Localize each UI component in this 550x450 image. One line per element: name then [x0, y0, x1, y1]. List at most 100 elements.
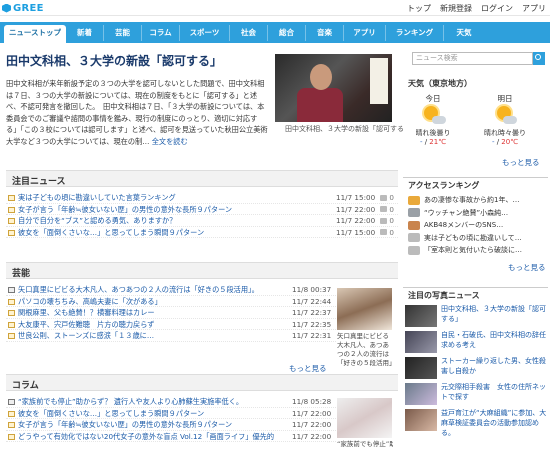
item-title[interactable]: 彼女を「面倒くさいな…」と思ってしまう瞬間９パターン	[18, 227, 204, 239]
gree-logo[interactable]: GREE	[2, 2, 44, 14]
comment-icon	[380, 217, 388, 224]
photo-news-item[interactable]: 自民・石破氏、田中文科相の辞任求める考え	[405, 330, 548, 354]
list-item[interactable]: 彼女を「面倒くさいな…」と思ってしまう瞬間９パターン 11/7 15:00 0	[6, 227, 398, 239]
ranking-item[interactable]: 実は子どもの頃に勘違いして…	[408, 232, 548, 245]
geino-more-link[interactable]: もっと見る	[289, 363, 327, 374]
item-title[interactable]: 女子が言う「年齢≒彼女いない歴」の男性の意外な長所９パターン	[18, 204, 232, 216]
geino-thumbnail-caption[interactable]: 矢口真里にビビる大木凡人、あつあつの２人の流行は「好きの５段活用」	[337, 332, 396, 368]
top-link-home[interactable]: トップ	[407, 3, 431, 14]
headline-photo[interactable]	[275, 54, 392, 122]
tab-app[interactable]: アプリ	[344, 25, 386, 41]
article-icon	[8, 229, 15, 236]
comment-count: 0	[380, 192, 394, 204]
attention-news-list: 実は子どもの頃に勘違いしていた言葉ランキング 11/7 15:00 0 女子が言う「…	[6, 192, 398, 238]
brand-name: GREE	[13, 2, 44, 14]
weather-tomorrow-desc: 晴れ時々曇り - / 20℃	[484, 129, 526, 146]
tab-news-top[interactable]: ニューストップ	[4, 25, 66, 43]
top-link-login[interactable]: ログイン	[481, 3, 513, 14]
article-icon	[8, 321, 15, 328]
item-date: 11/7 22:31	[292, 331, 332, 340]
search-button[interactable]	[533, 52, 545, 65]
news-search-input[interactable]: ニュース検索	[412, 52, 533, 65]
article-icon	[8, 195, 15, 201]
top-links: トップ 新規登録 ログイン アプリ	[407, 3, 546, 14]
item-title[interactable]: 女子が言う「年齢≒彼女いない歴」の男性の意外な長所９パターン	[18, 419, 286, 431]
ranking-item[interactable]: “ウッチャン絶賛”小森純…	[408, 207, 548, 220]
tab-weather[interactable]: 天気	[444, 25, 484, 41]
tab-geino[interactable]: 芸能	[104, 25, 142, 41]
item-date: 11/8 05:28	[292, 397, 332, 406]
section-header-geino: 芸能	[6, 262, 398, 279]
rank-3-badge	[408, 220, 420, 230]
column-thumbnail-caption[interactable]: “家族前でも停止”助	[337, 440, 393, 449]
camera-icon	[8, 399, 15, 405]
item-title[interactable]: 自分で自分を“ブス”と認める勇気、ありますか？	[18, 215, 176, 227]
comment-count: 0	[380, 204, 394, 216]
ranking-more-link[interactable]: もっと見る	[508, 262, 546, 273]
photo-news-item[interactable]: 田中文科相、３大学の新設「認可する」	[405, 304, 548, 328]
tab-ranking[interactable]: ランキング	[386, 25, 444, 41]
tab-new[interactable]: 新着	[66, 25, 104, 41]
person-face	[310, 64, 332, 90]
headline[interactable]: 田中文科相、３大学の新設「認可する」	[6, 52, 222, 69]
article-icon	[8, 298, 15, 305]
top-link-register[interactable]: 新規登録	[440, 3, 472, 14]
item-date: 11/7 22:00	[292, 420, 332, 429]
ranking-item[interactable]: 「室本則と気付いたら破談に…	[408, 244, 548, 257]
item-date: 11/7 22:37	[292, 308, 332, 317]
tab-society[interactable]: 社会	[230, 25, 268, 41]
item-title[interactable]: 関根麻里、父も絶賛！？横審料理はカレー	[18, 307, 286, 319]
item-title[interactable]: 大友康平、宍戸佐難聴 片方の聴力戻らず	[18, 319, 286, 331]
list-item[interactable]: 女子が言う「年齢≒彼女いない歴」の男性の意外な長所９パターン 11/7 22:00…	[6, 204, 398, 216]
cloud-icon	[432, 116, 446, 124]
top-link-app[interactable]: アプリ	[522, 3, 546, 14]
item-title[interactable]: 矢口真里にビビる大木凡人、あつあつの２人の流行は「好きの５段活用」。	[18, 284, 286, 296]
list-item[interactable]: 関根麻里、父も絶賛！？横審料理はカレー 11/7 22:37	[6, 307, 336, 319]
ranking-item[interactable]: AKB48メンバーのSNS…	[408, 219, 548, 232]
article-icon	[8, 422, 15, 428]
item-title[interactable]: 世良公則、ストーンズに感涙「１３歳に…	[18, 330, 286, 342]
tab-column[interactable]: コラム	[142, 25, 180, 41]
photo-news-item[interactable]: 益戸育江が“大麻組織”に参加、大麻草検証委員会の活動参加認める。	[405, 408, 548, 442]
comment-icon	[380, 206, 388, 213]
list-item[interactable]: 世良公則、ストーンズに感涙「１３歳に… 11/7 22:31	[6, 330, 336, 342]
tab-music[interactable]: 音楽	[306, 25, 344, 41]
section-header-column: コラム	[6, 374, 398, 391]
ranking-item[interactable]: あの凄惨な事故から約1年、…	[408, 194, 548, 207]
list-item[interactable]: 実は子どもの頃に勘違いしていた言葉ランキング 11/7 15:00 0	[6, 192, 398, 204]
read-more-link[interactable]: 全文を読む	[152, 137, 188, 146]
rank-1-badge	[408, 195, 420, 205]
tab-general[interactable]: 総合	[268, 25, 306, 41]
article-icon	[8, 433, 15, 440]
item-title[interactable]: “家族前でも停止”助からず？ 遺行人や友人より心肺蘇生実施率低く。	[18, 396, 286, 408]
item-title[interactable]: パソコの壊ちちみ、高嶋夫妻に「次がある」	[18, 296, 286, 308]
tab-sports[interactable]: スポーツ	[180, 25, 230, 41]
rank-5-badge	[408, 245, 420, 255]
list-item[interactable]: どうやって有効化ではない20代女子の意外な盲点 Vol.12「画面ライフ」優先的…	[6, 431, 336, 443]
item-title[interactable]: 実は子どもの頃に勘違いしていた言葉ランキング	[18, 192, 176, 204]
column-thumbnail[interactable]	[337, 398, 392, 438]
weather-more-link[interactable]: もっと見る	[502, 157, 540, 168]
headline-photo-caption[interactable]: 田中文科相、３大学の新設「認可する	[285, 124, 404, 134]
list-item[interactable]: 大友康平、宍戸佐難聴 片方の聴力戻らず 11/7 22:35	[6, 319, 336, 331]
item-date: 11/7 22:44	[292, 296, 332, 306]
item-title[interactable]: 彼女を「面倒くさいな…」と思ってしまう瞬間９パターン	[18, 408, 286, 420]
rank-4-badge	[408, 233, 420, 243]
list-item[interactable]: パソコの壊ちちみ、高嶋夫妻に「次がある」 11/7 22:44	[6, 296, 336, 308]
item-date: 11/7 15:00	[336, 193, 376, 202]
list-item[interactable]: “家族前でも停止”助からず？ 遺行人や友人より心肺蘇生実施率低く。 11/8 05…	[6, 396, 336, 408]
item-title[interactable]: どうやって有効化ではない20代女子の意外な盲点 Vol.12「画面ライフ」優先的	[18, 431, 286, 443]
photo-news-item[interactable]: ストーカー繰り返した男、女性殺害し自殺か	[405, 356, 548, 380]
geino-thumbnail[interactable]	[337, 288, 392, 330]
photo-news-item[interactable]: 元交際相手殺害 女性の住所ネットで探す	[405, 382, 548, 406]
weather-title: 天気（東京地方）	[408, 79, 472, 88]
list-item[interactable]: 彼女を「面倒くさいな…」と思ってしまう瞬間９パターン 11/7 22:00	[6, 408, 336, 420]
item-date: 11/7 15:00	[336, 227, 376, 237]
photo-news-thumbnail	[405, 357, 437, 379]
list-item[interactable]: 矢口真里にビビる大木凡人、あつあつの２人の流行は「好きの５段活用」。 11/8 0…	[6, 284, 336, 296]
list-item[interactable]: 自分で自分を“ブス”と認める勇気、ありますか？ 11/7 22:00 0	[6, 215, 398, 227]
comment-count: 0	[380, 215, 394, 227]
article-icon	[8, 218, 15, 224]
list-item[interactable]: 女子が言う「年齢≒彼女いない歴」の男性の意外な長所９パターン 11/7 22:00	[6, 419, 336, 431]
column-news-list: “家族前でも停止”助からず？ 遺行人や友人より心肺蘇生実施率低く。 11/8 05…	[6, 396, 336, 442]
